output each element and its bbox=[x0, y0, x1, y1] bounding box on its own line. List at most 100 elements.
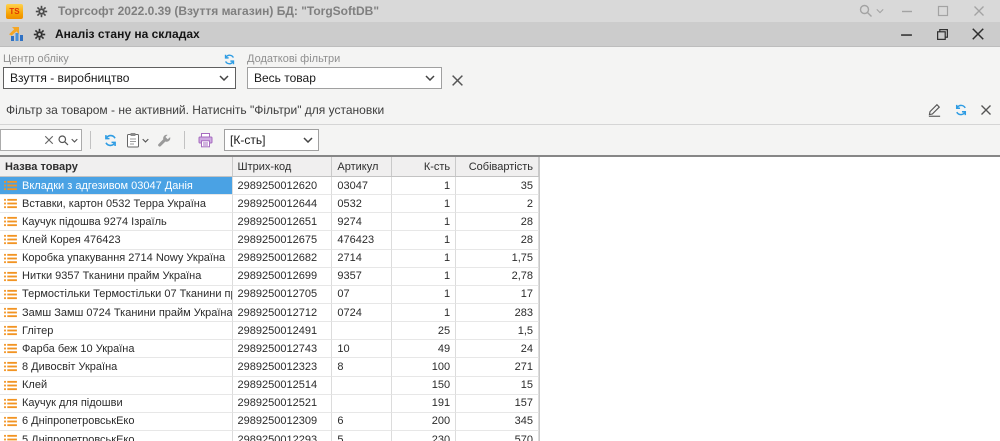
filter-status-text: Фільтр за товаром - не активний. Натисні… bbox=[6, 103, 384, 117]
measure-column-select[interactable]: [К-сть] bbox=[224, 129, 319, 151]
child-restore-button[interactable] bbox=[927, 24, 957, 44]
cell-product-name: Каучук підошва 9274 Ізраїль bbox=[22, 216, 167, 228]
main-minimize-button[interactable] bbox=[892, 1, 922, 21]
cell-product-name: Каучук для підошви bbox=[22, 397, 123, 409]
clear-filter-icon[interactable] bbox=[451, 74, 464, 87]
cell-product-name: Вкладки з адгезивом 03047 Данія bbox=[22, 180, 193, 192]
table-row[interactable]: Клей 2989250012514 150 15 bbox=[0, 377, 539, 395]
cell-barcode: 2989250012705 bbox=[233, 286, 333, 304]
cell-cost: 1,5 bbox=[456, 322, 539, 340]
cell-article: 476423 bbox=[332, 231, 392, 249]
table-row[interactable]: Каучук підошва 9274 Ізраїль 298925001265… bbox=[0, 213, 539, 231]
table-row[interactable]: Нитки 9357 Тканини прайм Україна 2989250… bbox=[0, 268, 539, 286]
cell-quantity: 1 bbox=[392, 286, 456, 304]
table-row[interactable]: 6 ДніпропетровськЕко 2989250012309 6 200… bbox=[0, 413, 539, 431]
cell-barcode: 2989250012514 bbox=[233, 377, 333, 395]
cell-quantity: 25 bbox=[392, 322, 456, 340]
close-panel-icon[interactable] bbox=[980, 104, 992, 116]
table-row[interactable]: Глітер 2989250012491 25 1,5 bbox=[0, 322, 539, 340]
item-list-icon bbox=[4, 216, 17, 227]
table-row[interactable]: 8 Дивосвіт Україна 2989250012323 8 100 2… bbox=[0, 358, 539, 376]
item-list-icon bbox=[4, 398, 17, 409]
cell-quantity: 200 bbox=[392, 413, 456, 431]
column-header-cost[interactable]: Собівартість bbox=[456, 157, 539, 176]
gear-icon[interactable] bbox=[35, 5, 48, 18]
column-header-barcode[interactable]: Штрих-код bbox=[233, 157, 333, 176]
torgsoft-app: TS Торгсофт 2022.0.39 (Взуття магазин) Б… bbox=[0, 0, 1000, 441]
cell-article: 9274 bbox=[332, 213, 392, 231]
settings-wrench-icon[interactable] bbox=[153, 128, 176, 152]
cell-article: 8 bbox=[332, 358, 392, 376]
grid-toolbar: [К-сть] bbox=[0, 125, 1000, 155]
report-clipboard-icon[interactable] bbox=[122, 128, 153, 152]
refresh-icon[interactable] bbox=[223, 53, 236, 66]
cell-product-name: 5 ДніпропетровськЕко bbox=[22, 434, 134, 441]
column-header-qty[interactable]: К-сть bbox=[392, 157, 456, 176]
gear-icon[interactable] bbox=[33, 28, 46, 41]
analysis-window-title: Аналіз стану на складах bbox=[55, 27, 200, 41]
main-close-button[interactable] bbox=[964, 1, 994, 21]
table-row[interactable]: 5 ДніпропетровськЕко 2989250012293 5 230… bbox=[0, 431, 539, 441]
cell-product-name: Клей bbox=[22, 379, 47, 391]
cell-barcode: 2989250012323 bbox=[233, 358, 333, 376]
item-list-icon bbox=[4, 361, 17, 372]
child-minimize-button[interactable] bbox=[891, 24, 921, 44]
accounting-center-select[interactable]: Взуття - виробництво bbox=[3, 67, 236, 89]
table-row[interactable]: Каучук для підошви 2989250012521 191 157 bbox=[0, 395, 539, 413]
table-row[interactable]: Вставки, картон 0532 Терра Україна 29892… bbox=[0, 195, 539, 213]
item-list-icon bbox=[4, 271, 17, 282]
titlebar-search-button[interactable] bbox=[856, 1, 886, 21]
table-row[interactable]: Клей Корея 476423 2989250012675 476423 1… bbox=[0, 231, 539, 249]
child-close-button[interactable] bbox=[963, 24, 993, 44]
table-row[interactable]: Фарба беж 10 Україна 2989250012743 10 49… bbox=[0, 340, 539, 358]
additional-filters-select[interactable]: Весь товар bbox=[247, 67, 442, 89]
cell-cost: 345 bbox=[456, 413, 539, 431]
item-list-icon bbox=[4, 325, 17, 336]
table-row[interactable]: Замш Замш 0724 Тканини прайм Україна 298… bbox=[0, 304, 539, 322]
item-list-icon bbox=[4, 416, 17, 427]
cell-product-name: Замш Замш 0724 Тканини прайм Україна bbox=[22, 307, 233, 319]
item-list-icon bbox=[4, 343, 17, 354]
cell-cost: 28 bbox=[456, 231, 539, 249]
column-header-name[interactable]: Назва товару bbox=[0, 157, 233, 176]
cell-quantity: 100 bbox=[392, 358, 456, 376]
cell-article: 03047 bbox=[332, 177, 392, 195]
cell-product-name: Термостільки Термостільки 07 Тканини пра… bbox=[22, 288, 233, 300]
refresh-grid-icon[interactable] bbox=[99, 128, 122, 152]
cell-article: 0532 bbox=[332, 195, 392, 213]
cell-quantity: 191 bbox=[392, 395, 456, 413]
cell-cost: 570 bbox=[456, 431, 539, 441]
cell-article: 6 bbox=[332, 413, 392, 431]
search-icon[interactable] bbox=[57, 134, 78, 147]
cell-cost: 1,75 bbox=[456, 250, 539, 268]
refresh-icon[interactable] bbox=[954, 103, 968, 117]
cell-article: 0724 bbox=[332, 304, 392, 322]
column-header-article[interactable]: Артикул bbox=[332, 157, 392, 176]
table-row[interactable]: Коробка упакування 2714 Nowy Україна 298… bbox=[0, 250, 539, 268]
chevron-down-icon bbox=[303, 137, 313, 143]
clear-search-icon[interactable] bbox=[44, 135, 54, 145]
table-header-row: Назва товару Штрих-код Артикул К-сть Соб… bbox=[0, 157, 539, 177]
main-titlebar: TS Торгсофт 2022.0.39 (Взуття магазин) Б… bbox=[0, 0, 1000, 22]
cell-cost: 2,78 bbox=[456, 268, 539, 286]
table-row[interactable]: Вкладки з адгезивом 03047 Данія 29892500… bbox=[0, 177, 539, 195]
cell-product-name: Нитки 9357 Тканини прайм Україна bbox=[22, 270, 201, 282]
cell-article bbox=[332, 395, 392, 413]
search-input[interactable] bbox=[0, 129, 82, 151]
edit-filter-icon[interactable] bbox=[927, 102, 942, 117]
cell-article: 5 bbox=[332, 431, 392, 441]
cell-barcode: 2989250012293 bbox=[233, 431, 333, 441]
cell-product-name: Вставки, картон 0532 Терра Україна bbox=[22, 198, 206, 210]
item-list-icon bbox=[4, 253, 17, 264]
measure-column-value: [К-сть] bbox=[230, 133, 303, 147]
cell-quantity: 1 bbox=[392, 177, 456, 195]
filter-status-bar: Фільтр за товаром - не активний. Натисні… bbox=[0, 95, 1000, 125]
cell-quantity: 1 bbox=[392, 304, 456, 322]
torgsoft-logo-icon: TS bbox=[6, 4, 23, 19]
print-icon[interactable] bbox=[193, 128, 218, 152]
table-row[interactable]: Термостільки Термостільки 07 Тканини пра… bbox=[0, 286, 539, 304]
main-maximize-button[interactable] bbox=[928, 1, 958, 21]
accounting-center-value: Взуття - виробництво bbox=[10, 71, 219, 85]
item-list-icon bbox=[4, 198, 17, 209]
cell-article bbox=[332, 322, 392, 340]
